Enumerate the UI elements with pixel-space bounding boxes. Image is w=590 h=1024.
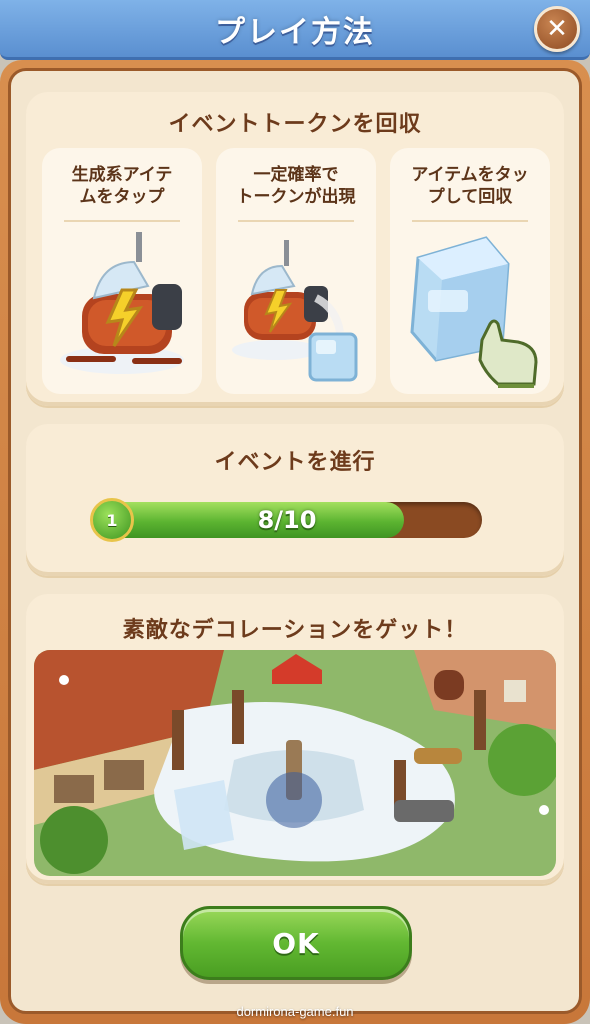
snowmobile-ice-cube-icon — [232, 240, 358, 382]
step-label: アイテムをタッ プして回収 — [411, 165, 529, 207]
step-token-appears: 一定確率で トークンが出現 — [216, 148, 376, 394]
level-badge: 1 — [90, 498, 134, 542]
page-title: プレイ方法 — [215, 14, 375, 50]
collect-tokens-card: イベントトークンを回収 生成系アイテ ムをタップ 一定確率で トークンが出現 ア… — [26, 92, 564, 406]
step-label: 一定確率で トークンが出現 — [236, 165, 356, 207]
collect-tokens-title: イベントトークンを回収 — [168, 112, 422, 137]
snowmobile-lightning-icon — [60, 232, 184, 374]
divider — [238, 220, 354, 222]
divider — [64, 220, 180, 222]
step-label: 生成系アイテ ムをタップ — [71, 165, 173, 207]
ice-cube-tap-icon — [410, 236, 538, 388]
title-bar: プレイ方法 — [0, 0, 590, 60]
winter-village-image — [34, 650, 556, 876]
watermark: dormirona-game.fun — [236, 1004, 354, 1019]
close-icon: ✕ — [546, 14, 568, 44]
divider — [412, 220, 528, 222]
step-tap-generator: 生成系アイテ ムをタップ — [42, 148, 202, 394]
close-button[interactable]: ✕ — [534, 6, 580, 52]
reward-card: 素敵なデコレーションをゲット！ — [26, 594, 564, 884]
progress-bar: 8/10 — [92, 502, 482, 538]
progress-text: 8/10 — [257, 506, 317, 534]
step-tap-to-collect: アイテムをタッ プして回収 — [390, 148, 550, 394]
event-progress-card: イベントを進行 8/10 1 — [26, 424, 564, 576]
reward-title: 素敵なデコレーションをゲット！ — [122, 618, 468, 643]
ok-button[interactable]: OK — [180, 906, 412, 980]
event-progress-title: イベントを進行 — [214, 450, 376, 475]
